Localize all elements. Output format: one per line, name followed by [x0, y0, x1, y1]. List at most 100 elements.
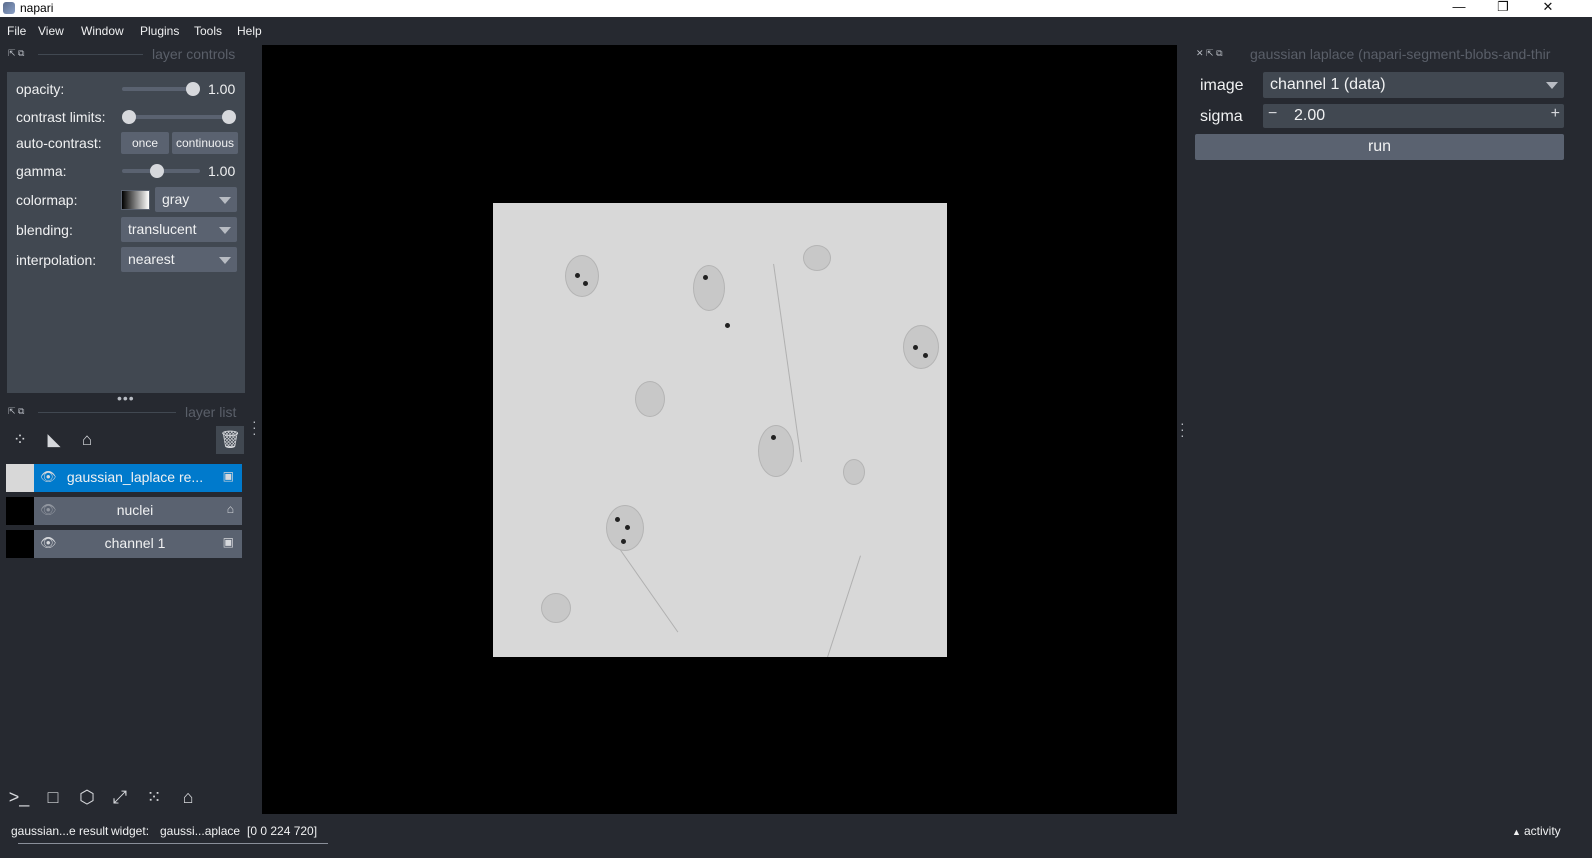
- sigma-spinbox[interactable]: − 2.00 +: [1263, 104, 1564, 128]
- eye-icon[interactable]: 👁: [40, 535, 57, 551]
- delete-layer-icon[interactable]: 🗑: [216, 426, 244, 454]
- nucleus-spot: [575, 273, 580, 278]
- activity-button[interactable]: activity: [1524, 824, 1561, 838]
- layer-list-title: layer list: [185, 404, 237, 420]
- cell-blob: [635, 381, 665, 417]
- sigma-increment-button[interactable]: +: [1551, 105, 1560, 123]
- layer-name: nuclei: [116, 502, 154, 518]
- chevron-down-icon: [219, 197, 231, 204]
- sigma-value[interactable]: 2.00: [1294, 107, 1325, 125]
- colormap-label: colormap:: [16, 192, 78, 208]
- interpolation-dropdown[interactable]: nearest: [121, 247, 237, 272]
- napari-logo-icon: [3, 2, 15, 14]
- nucleus-spot: [703, 275, 708, 280]
- new-shapes-layer-icon[interactable]: ◣: [40, 426, 68, 454]
- interpolation-value: nearest: [128, 251, 175, 267]
- image-dropdown[interactable]: channel 1 (data): [1263, 72, 1564, 98]
- contrast-min-handle[interactable]: [122, 110, 136, 124]
- panel-resize-handle-icon[interactable]: · · ·: [1180, 416, 1185, 442]
- dock-close-icon[interactable]: ✕ ⇱ ⧉: [1196, 48, 1223, 59]
- progress-underline: [18, 843, 328, 844]
- cell-blob: [903, 325, 939, 369]
- labels-icon: ⌂: [226, 502, 234, 516]
- sigma-label: sigma: [1200, 108, 1243, 125]
- cell-blob: [803, 245, 831, 271]
- nucleus-spot: [583, 281, 588, 286]
- home-icon[interactable]: ⌂: [173, 782, 203, 812]
- image-value: channel 1 (data): [1270, 76, 1386, 93]
- status-widget-label: widget:: [111, 824, 150, 838]
- cell-blob: [843, 459, 865, 485]
- image-icon: ▣: [222, 469, 234, 483]
- transpose-dims-icon[interactable]: ⤢: [105, 782, 135, 812]
- layer-name: gaussian_laplace re...: [66, 469, 204, 485]
- status-bar: gaussian...e result widget: gaussi...apl…: [0, 820, 1592, 844]
- menu-plugins[interactable]: Plugins: [140, 24, 179, 38]
- cell-blob: [693, 265, 725, 311]
- cell-blob: [565, 255, 599, 297]
- menu-window[interactable]: Window: [81, 24, 124, 38]
- maximize-button[interactable]: ❐: [1481, 0, 1525, 16]
- cell-blob: [541, 593, 571, 623]
- layer-controls-title: layer controls: [152, 46, 236, 62]
- menu-help[interactable]: Help: [237, 24, 262, 38]
- window-title: napari: [20, 1, 54, 15]
- chevron-down-icon: [1546, 82, 1558, 89]
- viewer-canvas[interactable]: [262, 45, 1177, 814]
- gamma-label: gamma:: [16, 163, 67, 179]
- dock-divider: [38, 54, 143, 55]
- eye-hidden-icon[interactable]: 👁: [40, 502, 57, 518]
- image-layer-render: [493, 203, 947, 657]
- layer-thumbnail: [6, 497, 34, 525]
- dock-divider: [38, 412, 176, 413]
- console-icon[interactable]: >_: [4, 782, 34, 812]
- splitter-handle-icon[interactable]: •••: [117, 390, 135, 406]
- cell-process: [826, 555, 861, 657]
- layer-row-gaussian-laplace[interactable]: 👁 gaussian_laplace re... ▣: [6, 464, 242, 492]
- new-labels-layer-icon[interactable]: ⌂: [73, 426, 101, 454]
- menu-view[interactable]: View: [38, 24, 64, 38]
- chevron-down-icon: [219, 257, 231, 264]
- roll-dims-icon[interactable]: ⬡: [72, 782, 102, 812]
- sigma-decrement-button[interactable]: −: [1268, 105, 1277, 123]
- image-icon: ▣: [222, 535, 234, 549]
- layer-controls-panel: opacity: 1.00 contrast limits: auto-cont…: [7, 72, 245, 393]
- window-titlebar: napari — ❐ ✕: [0, 0, 1592, 17]
- opacity-slider-handle[interactable]: [186, 82, 200, 96]
- colormap-preview: [121, 190, 150, 210]
- interpolation-label: interpolation:: [16, 252, 97, 268]
- auto-contrast-once-button[interactable]: once: [121, 132, 169, 154]
- grid-view-icon[interactable]: ⁙: [139, 782, 169, 812]
- nucleus-spot: [725, 323, 730, 328]
- close-button[interactable]: ✕: [1526, 0, 1570, 16]
- status-widget-value: gaussi...aplace: [160, 824, 241, 838]
- menu-file[interactable]: File: [7, 24, 26, 38]
- run-button[interactable]: run: [1195, 134, 1564, 160]
- cell-blob: [758, 425, 794, 477]
- contrast-limits-slider[interactable]: [128, 115, 232, 119]
- nucleus-spot: [621, 539, 626, 544]
- chevron-down-icon: [219, 227, 231, 234]
- dock-float-icon[interactable]: ⇱ ⧉: [8, 406, 24, 417]
- auto-contrast-continuous-button[interactable]: continuous: [172, 132, 238, 154]
- status-coordinates: [0 0 224 720]: [247, 824, 318, 838]
- nucleus-spot: [615, 517, 620, 522]
- gamma-slider-handle[interactable]: [150, 164, 164, 178]
- panel-resize-handle-icon[interactable]: · · ·: [252, 414, 257, 440]
- contrast-max-handle[interactable]: [222, 110, 236, 124]
- ndisplay-square-icon[interactable]: □: [38, 782, 68, 812]
- dock-float-icon[interactable]: ⇱ ⧉: [8, 48, 24, 59]
- colormap-dropdown[interactable]: gray: [155, 187, 237, 212]
- layer-row-channel-1[interactable]: 👁 channel 1 ▣: [6, 530, 242, 558]
- opacity-label: opacity:: [16, 81, 65, 97]
- nucleus-spot: [923, 353, 928, 358]
- eye-icon[interactable]: 👁: [40, 469, 57, 485]
- menu-bar: File View Window Plugins Tools Help: [0, 19, 1592, 43]
- layer-row-nuclei[interactable]: 👁 nuclei ⌂: [6, 497, 242, 525]
- chevron-up-icon[interactable]: ▲: [1512, 827, 1521, 837]
- new-points-layer-icon[interactable]: ⁘: [6, 426, 34, 454]
- blending-dropdown[interactable]: translucent: [121, 217, 237, 242]
- menu-tools[interactable]: Tools: [194, 24, 222, 38]
- minimize-button[interactable]: —: [1437, 0, 1481, 16]
- colormap-value: gray: [162, 191, 190, 207]
